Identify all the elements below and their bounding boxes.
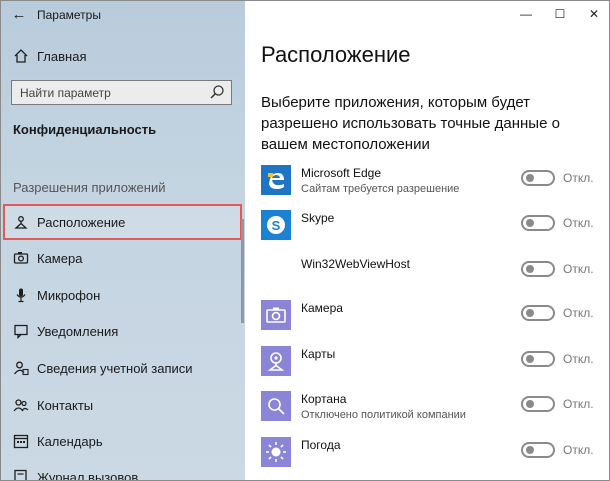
- content-pane: — ☐ ✕ Расположение Выберите приложения, …: [245, 1, 609, 480]
- title-bar: ← Параметры: [1, 1, 245, 31]
- app-name: Win32WebViewHost: [301, 257, 410, 271]
- minimize-button[interactable]: —: [507, 1, 545, 27]
- toggle-knob: [526, 355, 534, 363]
- nav-item-label: Камера: [37, 251, 83, 266]
- close-button[interactable]: ✕: [575, 1, 609, 27]
- location-toggle-edge[interactable]: [521, 170, 555, 186]
- app-row-cortana: Кортана Отключено политикой компании Отк…: [261, 391, 601, 431]
- settings-window: ← Параметры Главная Найти параметр Конфи…: [0, 0, 610, 481]
- page-description: Выберите приложения, которым будет разре…: [261, 94, 560, 153]
- app-name: Microsoft Edge: [301, 166, 382, 180]
- app-name: Погода: [301, 438, 341, 452]
- notifications-icon: [13, 323, 29, 340]
- camera-app-icon: [261, 300, 291, 330]
- app-row-maps: Карты Откл.: [261, 346, 601, 386]
- app-title: Параметры: [37, 8, 101, 22]
- account-info-icon: [13, 360, 29, 376]
- weather-icon: [261, 437, 291, 467]
- sidebar-item-call-history[interactable]: Журнал вызовов: [1, 460, 245, 481]
- app-name: Карты: [301, 347, 336, 361]
- nav-scrollbar[interactable]: [241, 219, 244, 323]
- toggle-state-label: Откл.: [563, 262, 594, 276]
- location-toggle-cortana[interactable]: [521, 396, 555, 412]
- app-name: Кортана: [301, 392, 347, 406]
- toggle-state-label: Откл.: [563, 171, 594, 185]
- app-name: Skype: [301, 211, 335, 225]
- location-toggle-skype[interactable]: [521, 215, 555, 231]
- toggle-state-label: Откл.: [563, 352, 594, 366]
- nav-item-home[interactable]: Главная: [1, 39, 245, 73]
- toggle-knob: [526, 309, 534, 317]
- app-subtitle: Сайтам требуется разрешение: [301, 183, 460, 195]
- search-placeholder: Найти параметр: [20, 86, 111, 100]
- toggle-knob: [526, 400, 534, 408]
- call-history-icon: [13, 469, 29, 480]
- location-toggle-maps[interactable]: [521, 351, 555, 367]
- nav-item-label: Календарь: [37, 434, 103, 449]
- nav-item-label: Микрофон: [37, 288, 101, 303]
- toggle-state-label: Откл.: [563, 216, 594, 230]
- location-icon: [13, 214, 29, 230]
- app-row-skype: S Skype Откл.: [261, 210, 601, 250]
- camera-icon: [13, 250, 29, 266]
- nav-item-label: Расположение: [37, 215, 126, 230]
- app-subtitle: Отключено политикой компании: [301, 409, 466, 421]
- calendar-icon: [13, 433, 29, 449]
- toggle-knob: [526, 174, 534, 182]
- app-row-win32webviewhost: Win32WebViewHost Откл.: [261, 256, 601, 296]
- toggle-knob: [526, 219, 534, 227]
- toggle-knob: [526, 446, 534, 454]
- maps-icon: [261, 346, 291, 376]
- app-name: Камера: [301, 301, 343, 315]
- location-toggle-weather[interactable]: [521, 442, 555, 458]
- contacts-icon: [13, 397, 29, 413]
- location-toggle-camera[interactable]: [521, 305, 555, 321]
- sidebar-item-camera[interactable]: Камера: [1, 241, 245, 275]
- app-row-weather: Погода Откл.: [261, 437, 601, 477]
- toggle-knob: [526, 265, 534, 273]
- toggle-state-label: Откл.: [563, 397, 594, 411]
- section-title: Конфиденциальность: [13, 122, 157, 137]
- location-toggle-win32webviewhost[interactable]: [521, 261, 555, 277]
- edge-icon: [261, 165, 291, 195]
- sidebar-item-location[interactable]: Расположение: [1, 205, 245, 239]
- back-arrow-icon[interactable]: ←: [9, 5, 29, 25]
- home-icon: [13, 48, 29, 64]
- sidebar-item-calendar[interactable]: Календарь: [1, 424, 245, 458]
- nav-item-label: Главная: [37, 49, 87, 64]
- toggle-state-label: Откл.: [563, 306, 594, 320]
- sidebar-item-account-info[interactable]: Сведения учетной записи: [1, 351, 245, 385]
- nav-item-label: Контакты: [37, 398, 94, 413]
- sidebar-item-contacts[interactable]: Контакты: [1, 388, 245, 422]
- sidebar-item-notifications[interactable]: Уведомления: [1, 314, 245, 348]
- toggle-state-label: Откл.: [563, 443, 594, 457]
- maximize-button[interactable]: ☐: [541, 1, 579, 27]
- skype-icon: S: [261, 210, 291, 240]
- svg-text:S: S: [272, 218, 281, 233]
- search-input[interactable]: Найти параметр: [11, 80, 232, 105]
- nav-item-label: Журнал вызовов: [37, 470, 139, 481]
- nav-item-label: Сведения учетной записи: [37, 361, 193, 376]
- page-title: Расположение: [261, 42, 411, 67]
- app-row-edge: Microsoft Edge Сайтам требуется разрешен…: [261, 165, 601, 205]
- navigation-pane: ← Параметры Главная Найти параметр Конфи…: [1, 1, 245, 481]
- microphone-icon: [13, 287, 29, 303]
- search-icon[interactable]: [209, 84, 225, 100]
- cortana-icon: [261, 391, 291, 421]
- app-row-camera: Камера Откл.: [261, 300, 601, 340]
- nav-item-label: Уведомления: [37, 324, 119, 339]
- group-title: Разрешения приложений: [13, 180, 166, 195]
- sidebar-item-microphone[interactable]: Микрофон: [1, 278, 245, 312]
